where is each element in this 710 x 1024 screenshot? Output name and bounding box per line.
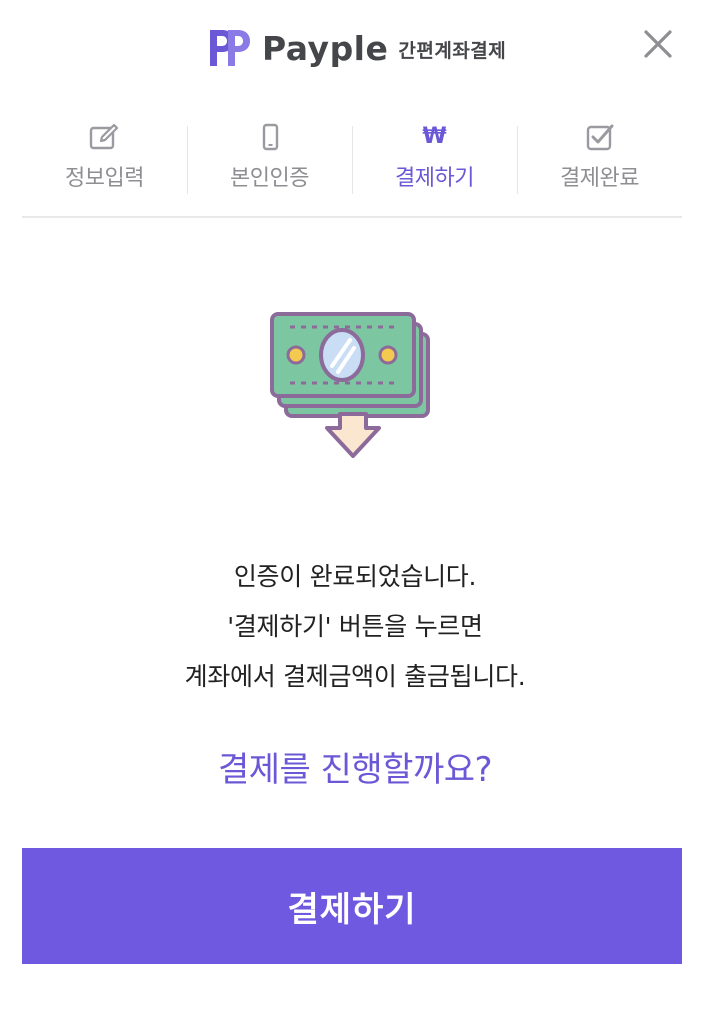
header: Payple 간편계좌결제 bbox=[0, 0, 710, 92]
checkbox-icon bbox=[586, 124, 613, 151]
message-line-2: '결제하기' 버튼을 누르면 bbox=[227, 612, 483, 641]
edit-icon bbox=[89, 123, 118, 150]
progress-steps: 정보입력 본인인증 ₩ 결제하기 결제완료 bbox=[22, 110, 682, 218]
close-button[interactable] bbox=[636, 24, 680, 68]
step-label: 본인인증 bbox=[230, 166, 309, 191]
step-label: 결제하기 bbox=[395, 166, 474, 191]
pay-button[interactable]: 결제하기 bbox=[22, 848, 682, 964]
money-withdraw-icon bbox=[270, 312, 430, 458]
mobile-phone-icon bbox=[262, 123, 278, 151]
payple-logo: Payple 간편계좌결제 bbox=[206, 26, 506, 70]
brand-subtitle: 간편계좌결제 bbox=[398, 39, 507, 62]
step-payment-complete: 결제완료 bbox=[517, 110, 682, 216]
step-identity-verification: 본인인증 bbox=[187, 110, 352, 216]
step-label: 정보입력 bbox=[65, 166, 144, 191]
message-line-3: 계좌에서 결제금액이 출금됩니다. bbox=[184, 662, 526, 691]
proceed-question: 결제를 진행할까요? bbox=[217, 750, 493, 790]
payple-logo-mark bbox=[210, 30, 250, 66]
message-line-1: 인증이 완료되었습니다. bbox=[233, 562, 477, 591]
won-icon: ₩ bbox=[422, 124, 447, 149]
confirmation-message: 인증이 완료되었습니다. '결제하기' 버튼을 누르면 계좌에서 결제금액이 출… bbox=[0, 552, 710, 702]
close-icon bbox=[644, 30, 672, 58]
step-info-input: 정보입력 bbox=[22, 110, 187, 216]
step-label: 결제완료 bbox=[560, 166, 639, 191]
brand-name: Payple bbox=[262, 28, 389, 68]
step-payment: ₩ 결제하기 bbox=[352, 110, 517, 216]
